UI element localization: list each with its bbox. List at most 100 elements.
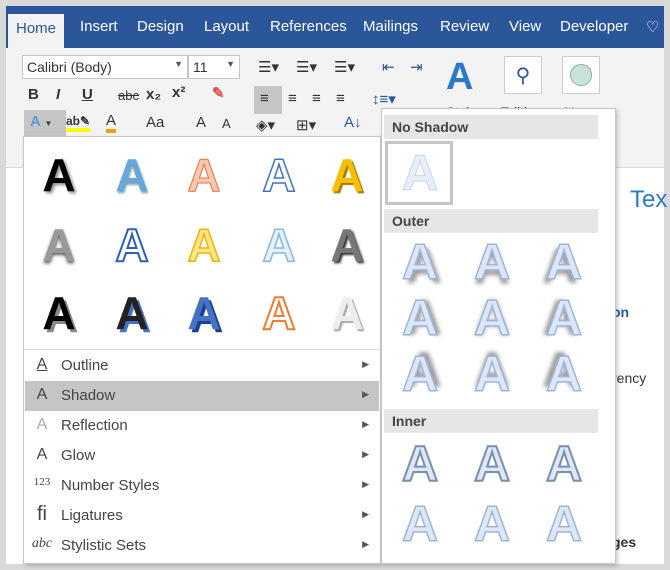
menu-item-stylistic-sets[interactable]: abc Stylistic Sets ▶ (25, 531, 379, 561)
section-header-inner: Inner (384, 409, 598, 433)
shadow-option-inner[interactable]: A (462, 438, 522, 490)
bullets-button[interactable]: ☰▾ (258, 58, 279, 76)
chevron-down-icon: ▼ (174, 59, 183, 69)
search-icon[interactable]: ⚲ (504, 56, 542, 94)
shadow-option-inner[interactable]: A (534, 498, 594, 550)
text-effect-preset[interactable]: A (29, 285, 89, 341)
stylistic-sets-icon: abc (31, 536, 53, 551)
menu-item-shadow[interactable]: A Shadow ▶ (25, 381, 379, 411)
grow-font-button[interactable]: A (196, 114, 206, 131)
menu-item-label: Number Styles (61, 477, 160, 494)
tab-view[interactable]: View (509, 18, 541, 35)
shadow-option-outer[interactable]: A (390, 292, 450, 344)
align-right-button[interactable]: ≡ (312, 90, 321, 107)
shadow-option-inner[interactable]: A (462, 498, 522, 550)
lightbulb-icon[interactable]: ♡ (646, 18, 659, 36)
text-effects-button[interactable]: A ▼ (24, 110, 66, 136)
highlight-color-button[interactable]: ab✎ (66, 114, 91, 132)
underline-button[interactable]: U (82, 86, 93, 103)
italic-button[interactable]: I (56, 86, 60, 103)
superscript-button[interactable]: x² (172, 84, 185, 101)
shadow-option-outer[interactable]: A (534, 236, 594, 288)
shadow-option-outer[interactable]: A (390, 236, 450, 288)
divider (24, 349, 380, 350)
menu-item-label: Glow (61, 447, 96, 464)
shadow-option-outer[interactable]: A (462, 348, 522, 400)
change-case-button[interactable]: Aa (146, 114, 164, 131)
chevron-right-icon: ▶ (362, 359, 369, 369)
text-effect-preset[interactable]: A (174, 285, 234, 341)
font-name-value: Calibri (Body) (27, 59, 112, 75)
text-effect-preset[interactable]: A (29, 217, 89, 273)
font-name-combo[interactable]: Calibri (Body) ▼ (22, 55, 188, 79)
tab-references[interactable]: References (270, 18, 347, 35)
tab-insert[interactable]: Insert (80, 18, 118, 35)
shadow-option-outer[interactable]: A (534, 292, 594, 344)
text-effect-preset[interactable]: A (249, 147, 309, 203)
borders-button[interactable]: ⊞▾ (296, 116, 316, 134)
subscript-button[interactable]: x₂ (146, 86, 161, 103)
no-shadow-option[interactable]: A (385, 141, 453, 205)
multilevel-list-button[interactable]: ☰▾ (334, 58, 355, 76)
new-icon[interactable] (562, 56, 600, 94)
doc-text-fragment: Tex (630, 186, 668, 213)
shadow-option-inner[interactable]: A (390, 438, 450, 490)
tab-design[interactable]: Design (137, 18, 184, 35)
chevron-right-icon: ▶ (362, 539, 369, 549)
line-spacing-button[interactable]: ↕≡▾ (372, 90, 396, 108)
text-effect-preset[interactable]: A (174, 217, 234, 273)
menu-item-ligatures[interactable]: fi Ligatures ▶ (25, 501, 379, 531)
menu-item-glow[interactable]: A Glow ▶ (25, 441, 379, 471)
menu-item-label: Shadow (61, 387, 116, 404)
shadow-submenu: No Shadow A Outer A A A A A A A A A Inne… (381, 108, 616, 564)
text-effect-preset[interactable]: A (249, 217, 309, 273)
justify-button[interactable]: ≡ (336, 90, 345, 107)
shadow-option-inner[interactable]: A (390, 498, 450, 550)
menu-item-label: Reflection (61, 417, 128, 434)
ribbon-tabs: Home Insert Design Layout References Mai… (6, 6, 664, 48)
decrease-indent-button[interactable]: ⇤ (382, 58, 395, 76)
shadow-option-inner[interactable]: A (534, 438, 594, 490)
menu-item-label: Stylistic Sets (61, 537, 147, 554)
tab-mailings[interactable]: Mailings (363, 18, 418, 35)
text-effect-preset[interactable]: A (249, 285, 309, 341)
bold-button[interactable]: B (28, 86, 39, 103)
text-effect-preset[interactable]: A (102, 217, 162, 273)
shadow-option-outer[interactable]: A (462, 292, 522, 344)
shadow-icon: A (36, 386, 48, 403)
text-effect-preset[interactable]: A (317, 285, 377, 341)
tab-review[interactable]: Review (440, 18, 489, 35)
tab-developer[interactable]: Developer (560, 18, 628, 35)
text-effect-preset[interactable]: A (102, 147, 162, 203)
shadow-option-outer[interactable]: A (462, 236, 522, 288)
text-effect-preset[interactable]: A (174, 147, 234, 203)
font-size-combo[interactable]: 11 ▼ (188, 55, 240, 79)
text-effects-icon: A (30, 113, 41, 130)
menu-item-outline[interactable]: A Outline ▶ (25, 351, 379, 381)
text-effect-preset[interactable]: A (29, 147, 89, 203)
clear-formatting-icon[interactable]: ✎ (212, 84, 225, 102)
align-left-button[interactable]: ≡ (254, 86, 282, 114)
text-effect-preset[interactable]: A (102, 285, 162, 341)
outline-icon: A (36, 356, 48, 373)
strikethrough-button[interactable]: abc (118, 88, 139, 103)
increase-indent-button[interactable]: ⇥ (410, 58, 423, 76)
font-color-button[interactable]: A (106, 112, 117, 133)
number-styles-icon: 123 (33, 476, 51, 488)
text-effect-preset[interactable]: A (317, 217, 377, 273)
shadow-option-outer[interactable]: A (534, 348, 594, 400)
shadow-option-outer[interactable]: A (390, 348, 450, 400)
tab-layout[interactable]: Layout (204, 18, 249, 35)
menu-item-reflection[interactable]: A Reflection ▶ (25, 411, 379, 441)
shading-button[interactable]: ◈▾ (256, 116, 275, 134)
menu-item-number-styles[interactable]: 123 Number Styles ▶ (25, 471, 379, 501)
sort-button[interactable]: A↓ (344, 114, 362, 131)
tab-home[interactable]: Home (8, 14, 65, 48)
text-effect-preset[interactable]: A (317, 147, 377, 203)
reflection-icon: A (36, 416, 48, 433)
chevron-right-icon: ▶ (362, 449, 369, 459)
numbering-button[interactable]: ☰▾ (296, 58, 317, 76)
styles-icon[interactable]: A (446, 56, 473, 99)
align-center-button[interactable]: ≡ (288, 90, 297, 107)
shrink-font-button[interactable]: A (222, 116, 231, 131)
